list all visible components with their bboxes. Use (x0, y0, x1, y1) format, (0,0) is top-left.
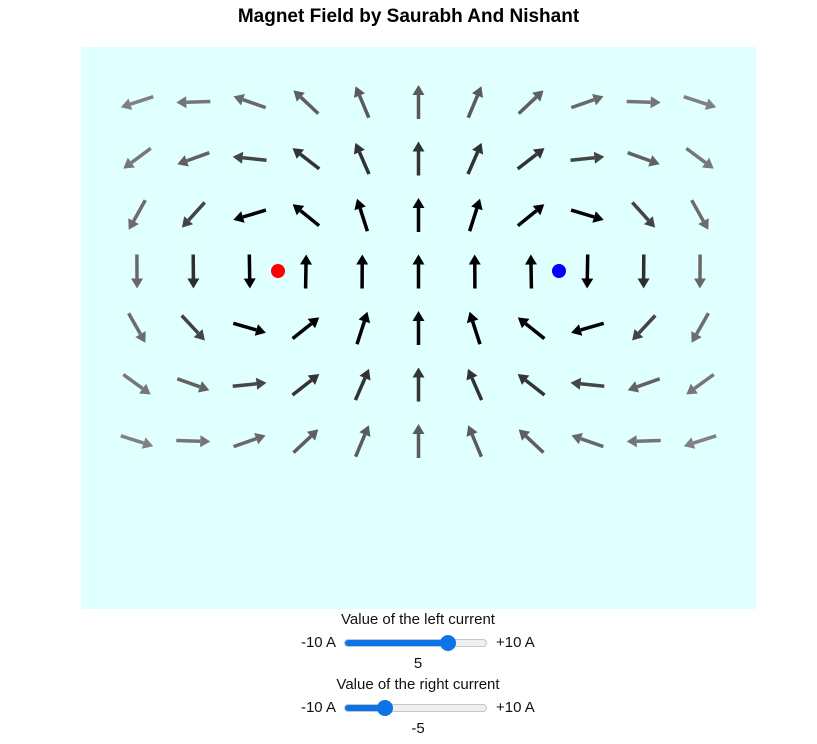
field-arrow-shaft (636, 438, 661, 443)
right-current-slider[interactable] (344, 700, 487, 716)
field-arrow-shaft (242, 156, 267, 162)
left-current-value: 5 (413, 655, 423, 672)
left-wire-icon (271, 264, 285, 278)
field-arrow-shaft (626, 99, 651, 104)
page-title: Magnet Field by Saurabh And Nishant (237, 6, 580, 27)
field-arrow-shaft (232, 382, 257, 389)
right-current-control: -10 A +10 A (0, 697, 817, 719)
left-current-slider[interactable] (344, 635, 487, 651)
right-min-label: -10 A (300, 699, 336, 716)
left-slider-thumb[interactable] (440, 635, 457, 651)
field-arrow-shaft (186, 99, 211, 104)
left-max-label: +10 A (496, 634, 535, 651)
right-current-value: -5 (411, 720, 425, 737)
left-min-label: -10 A (300, 634, 336, 651)
field-canvas (81, 47, 756, 609)
right-max-label: +10 A (496, 699, 535, 716)
field-arrow-shaft (580, 382, 605, 389)
magnet-field-app: Magnet Field by Saurabh And Nishant Valu… (0, 0, 817, 744)
right-slider-thumb[interactable] (376, 700, 393, 716)
field-arrow-shaft (570, 156, 595, 162)
left-current-label: Value of the left current (341, 611, 495, 628)
left-current-control: -10 A +10 A (0, 632, 817, 654)
right-current-label: Value of the right current (336, 676, 500, 693)
field-arrow-shaft (176, 438, 201, 443)
right-wire-icon (552, 264, 566, 278)
left-slider-fill (345, 640, 449, 646)
